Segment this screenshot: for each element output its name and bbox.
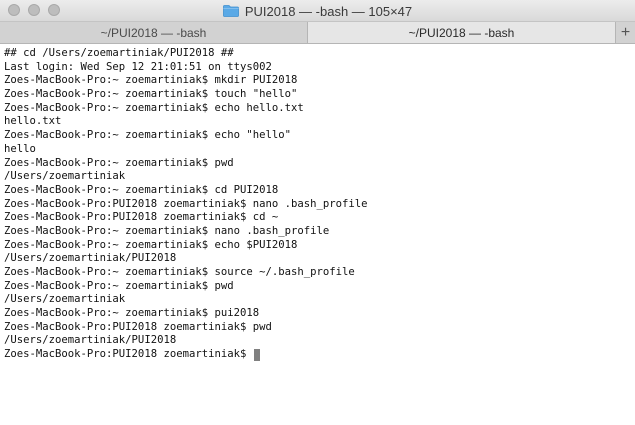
terminal-line: Zoes-MacBook-Pro:~ zoemartiniak$ echo "h… xyxy=(4,129,292,142)
close-button[interactable] xyxy=(8,4,20,16)
terminal-line: Zoes-MacBook-Pro:~ zoemartiniak$ pui2018 xyxy=(4,307,260,320)
tab-active[interactable]: ~/PUI2018 — -bash xyxy=(308,22,616,43)
terminal-line: hello xyxy=(4,142,36,155)
terminal-line: Zoes-MacBook-Pro:~ zoemartiniak$ echo he… xyxy=(4,101,304,114)
new-tab-button[interactable]: + xyxy=(616,22,635,43)
terminal-line: Zoes-MacBook-Pro:~ zoemartiniak$ echo $P… xyxy=(4,238,298,251)
terminal-line: Zoes-MacBook-Pro:~ zoemartiniak$ pwd xyxy=(4,279,234,292)
terminal-line: Zoes-MacBook-Pro:~ zoemartiniak$ nano .b… xyxy=(4,224,330,237)
terminal-line: hello.txt xyxy=(4,115,62,128)
window-title: PUI2018 — -bash — 105×47 xyxy=(244,3,413,19)
terminal-line: /Users/zoemartiniak xyxy=(4,293,126,306)
terminal-line: Zoes-MacBook-Pro:~ zoemartiniak$ pwd xyxy=(4,156,234,169)
terminal-output[interactable]: ## cd /Users/zoemartiniak/PUI2018 ## Last… xyxy=(4,47,629,362)
terminal-line: Last login: Wed Sep 12 21:01:51 on ttys0… xyxy=(4,60,272,73)
terminal-line: ## cd /Users/zoemartiniak/PUI2018 ## xyxy=(4,47,234,59)
title-container: PUI2018 — -bash — 105×47 xyxy=(0,0,635,22)
terminal-line: /Users/zoemartiniak/PUI2018 xyxy=(4,252,177,265)
terminal-line: Zoes-MacBook-Pro:PUI2018 zoemartiniak$ c… xyxy=(4,211,279,224)
terminal-window: PUI2018 — -bash — 105×47 ~/PUI2018 — -ba… xyxy=(0,0,635,425)
tab-inactive[interactable]: ~/PUI2018 — -bash xyxy=(0,22,308,43)
terminal-line: /Users/zoemartiniak/PUI2018 xyxy=(4,334,177,347)
tab-label: ~/PUI2018 — -bash xyxy=(100,25,207,40)
terminal-line: Zoes-MacBook-Pro:PUI2018 zoemartiniak$ n… xyxy=(4,197,368,210)
folder-icon xyxy=(222,5,239,17)
terminal-line: Zoes-MacBook-Pro:~ zoemartiniak$ touch "… xyxy=(4,88,298,101)
tab-label: ~/PUI2018 — -bash xyxy=(408,25,515,40)
terminal-line: Zoes-MacBook-Pro:~ zoemartiniak$ mkdir P… xyxy=(4,74,298,87)
text-cursor xyxy=(253,348,260,361)
terminal-line: /Users/zoemartiniak xyxy=(4,170,126,183)
terminal-line: Zoes-MacBook-Pro:~ zoemartiniak$ cd PUI2… xyxy=(4,183,279,196)
title-bar[interactable]: PUI2018 — -bash — 105×47 xyxy=(0,0,635,22)
tab-bar: ~/PUI2018 — -bash ~/PUI2018 — -bash + xyxy=(0,22,635,44)
current-prompt: Zoes-MacBook-Pro:PUI2018 zoemartiniak$ xyxy=(4,348,253,361)
current-prompt-line[interactable]: Zoes-MacBook-Pro:PUI2018 zoemartiniak$ xyxy=(4,348,629,362)
minimize-button[interactable] xyxy=(28,4,40,16)
terminal-line: Zoes-MacBook-Pro:PUI2018 zoemartiniak$ p… xyxy=(4,320,272,333)
terminal-line: Zoes-MacBook-Pro:~ zoemartiniak$ source … xyxy=(4,266,355,278)
zoom-button[interactable] xyxy=(48,4,60,16)
